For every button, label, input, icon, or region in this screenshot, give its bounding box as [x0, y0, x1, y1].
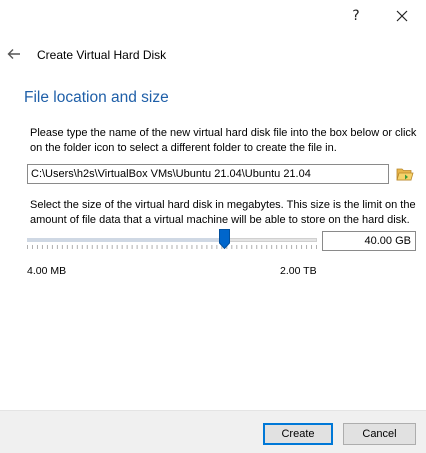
create-button[interactable]: Create [263, 423, 333, 445]
slider-ticks [27, 245, 317, 249]
back-button[interactable] [4, 44, 24, 64]
slider-max-label: 2.00 TB [280, 265, 317, 277]
size-value-input[interactable] [322, 231, 416, 251]
wizard-header: Create Virtual Hard Disk [0, 40, 426, 68]
size-description: Select the size of the virtual hard disk… [30, 199, 416, 226]
slider-fill [27, 238, 224, 242]
file-path-input[interactable] [27, 164, 389, 184]
help-button[interactable]: ? [344, 4, 368, 28]
size-slider[interactable] [27, 228, 317, 254]
back-arrow-icon [7, 49, 20, 59]
choose-folder-button[interactable] [395, 164, 415, 184]
close-button[interactable] [390, 4, 414, 28]
folder-open-icon [396, 168, 414, 181]
dialog-title: Create Virtual Hard Disk [37, 48, 167, 62]
section-title: File location and size [24, 89, 169, 106]
button-bar: Create Cancel [0, 410, 426, 453]
title-bar: ? [0, 0, 426, 32]
cancel-button[interactable]: Cancel [343, 423, 416, 445]
file-location-description: Please type the name of the new virtual … [30, 127, 417, 154]
slider-min-label: 4.00 MB [27, 265, 67, 277]
slider-thumb[interactable] [219, 229, 230, 250]
close-icon [396, 10, 408, 22]
question-mark-icon: ? [352, 8, 360, 24]
